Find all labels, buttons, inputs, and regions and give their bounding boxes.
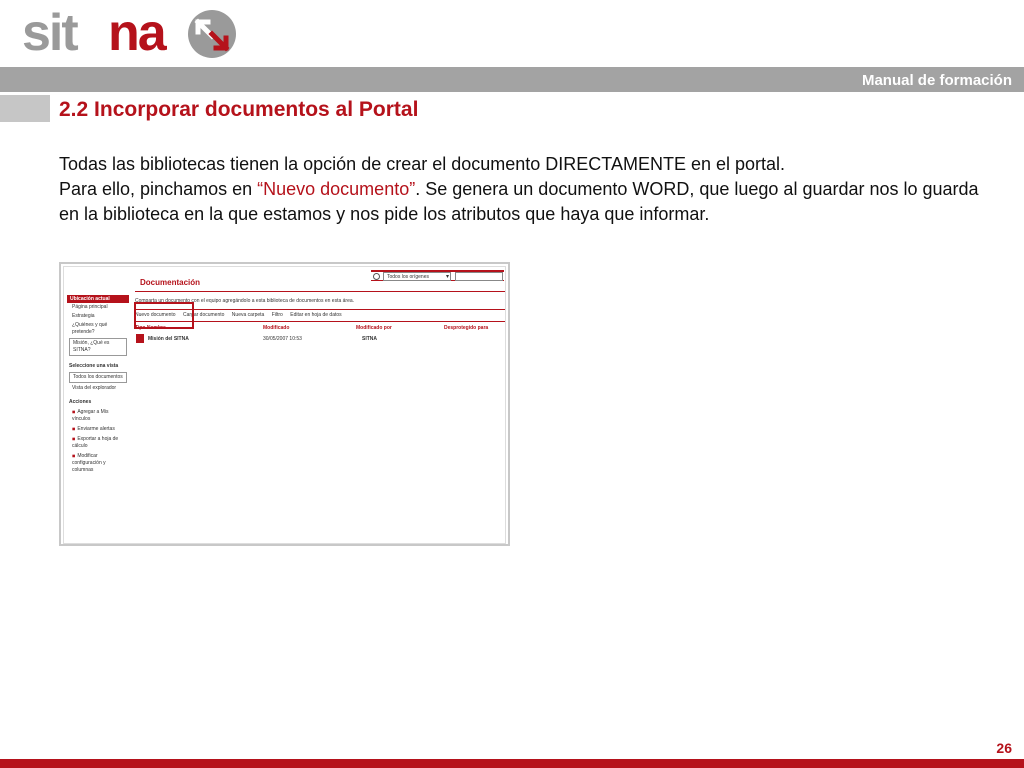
nav-action: Enviarme alertas bbox=[67, 424, 129, 434]
search-icon bbox=[373, 273, 380, 280]
header-band: Manual de formación bbox=[0, 67, 1024, 92]
screenshot-search-box: Todos los orígenes bbox=[371, 270, 504, 281]
title-marker bbox=[0, 95, 50, 122]
nav-view-explorer: Vista del explorador bbox=[72, 385, 117, 391]
nav-location-head: Ubicación actual bbox=[67, 295, 129, 303]
body-paragraph-2: Para ello, pinchamos en “Nuevo documento… bbox=[59, 177, 999, 227]
nav-item: ¿Quiénes y qué pretende? bbox=[72, 322, 108, 335]
svg-text:sit: sit bbox=[22, 4, 78, 60]
nav-action: Agregar a Mis vínculos bbox=[67, 407, 129, 424]
word-document-icon bbox=[136, 334, 144, 343]
nav-item-current: Misión, ¿Qué es SITNA? bbox=[69, 338, 127, 356]
datasheet-button: Editar en hoja de datos bbox=[290, 312, 342, 318]
row-modified: 30/05/2007 10:53 bbox=[263, 336, 302, 342]
row-name: Misión del SITNA bbox=[148, 336, 189, 342]
page-number: 26 bbox=[996, 740, 1012, 756]
search-input bbox=[455, 272, 503, 281]
search-scope-select: Todos los orígenes bbox=[383, 272, 451, 281]
column-header: Modificado por bbox=[356, 325, 392, 331]
column-header: Tipo Nombre bbox=[135, 325, 166, 331]
footer-bar bbox=[0, 759, 1024, 768]
svg-text:na: na bbox=[108, 4, 168, 60]
title-rule bbox=[135, 291, 505, 292]
nav-views-head: Seleccione una vista bbox=[69, 363, 119, 369]
nav-item: Página principal bbox=[72, 304, 108, 310]
column-header: Modificado bbox=[263, 325, 290, 331]
column-header: Desprotegido para bbox=[444, 325, 489, 331]
filter-button: Filtro bbox=[271, 312, 283, 318]
screenshot-frame: Documentación Todos los orígenes Ubicaci… bbox=[63, 266, 506, 544]
section-title: 2.2 Incorporar documentos al Portal bbox=[59, 98, 419, 121]
arrows-icon bbox=[188, 10, 236, 58]
manual-title: Manual de formación bbox=[861, 72, 1012, 89]
nav-action: Exportar a hoja de cálculo bbox=[67, 434, 129, 451]
body-text: Todas las bibliotecas tienen la opción d… bbox=[59, 152, 999, 227]
new-folder-button: Nueva carpeta bbox=[231, 312, 265, 318]
row-modified-by: SITNA bbox=[362, 336, 377, 342]
nav-view-all: Todos los documentos bbox=[69, 372, 127, 383]
sitna-logo: sit na bbox=[22, 4, 252, 62]
screenshot-page-title: Documentación bbox=[140, 278, 201, 287]
nav-action: Modificar configuración y columnas bbox=[67, 451, 129, 475]
embedded-screenshot: Documentación Todos los orígenes Ubicaci… bbox=[59, 262, 510, 546]
body-highlight: “Nuevo documento” bbox=[257, 179, 416, 199]
nav-item: Estrategia bbox=[72, 313, 95, 319]
screenshot-left-nav: Ubicación actual Página principal Estrat… bbox=[67, 295, 129, 544]
body-line-2-pre: Para ello, pinchamos en bbox=[59, 179, 258, 199]
nav-actions-head: Acciones bbox=[69, 399, 92, 405]
body-line-1: Todas las bibliotecas tienen la opción d… bbox=[59, 154, 786, 174]
